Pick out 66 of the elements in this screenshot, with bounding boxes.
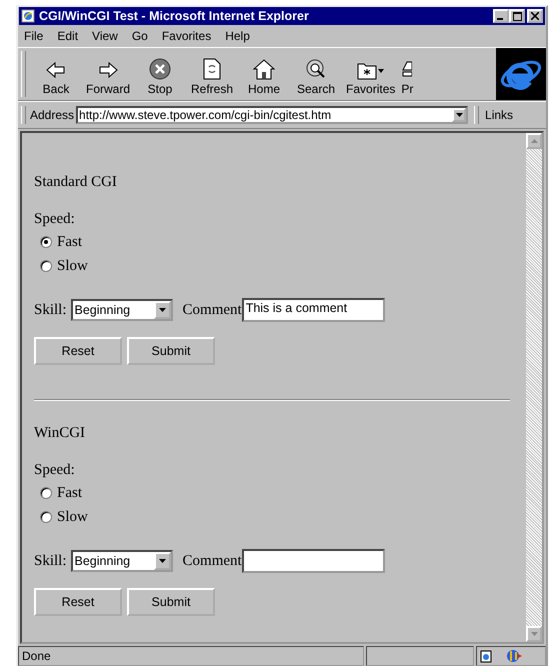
toolbar-button[interactable]: Favorites bbox=[342, 48, 400, 100]
page-icon bbox=[480, 650, 492, 662]
form-button[interactable]: Reset bbox=[34, 337, 122, 365]
scroll-up-button[interactable] bbox=[526, 133, 542, 149]
caret-icon bbox=[158, 308, 166, 312]
comment-label: Comment bbox=[182, 552, 242, 570]
links-button[interactable]: Links bbox=[483, 108, 516, 122]
refresh-icon bbox=[202, 58, 222, 80]
menu-item[interactable]: Favorites bbox=[162, 29, 212, 43]
comment-field[interactable] bbox=[242, 549, 385, 573]
caret-icon bbox=[456, 113, 463, 117]
minimize-button[interactable] bbox=[493, 9, 509, 23]
skill-dropdown[interactable]: Beginning bbox=[70, 550, 173, 572]
form-button[interactable]: Submit bbox=[127, 337, 215, 365]
toolbar-button[interactable]: Forward bbox=[82, 48, 134, 100]
scrollbar[interactable] bbox=[526, 133, 542, 642]
radio-label: Slow bbox=[57, 508, 88, 526]
close-button[interactable] bbox=[527, 9, 543, 23]
toolbar-button[interactable]: Refresh bbox=[186, 48, 238, 100]
up-arrow-icon bbox=[530, 139, 538, 143]
radio-button[interactable] bbox=[40, 236, 52, 248]
radio-button[interactable] bbox=[40, 260, 52, 272]
form-heading: WinCGI bbox=[34, 425, 86, 442]
status-text: Done bbox=[18, 646, 364, 666]
close-icon bbox=[531, 12, 539, 20]
down-arrow-icon bbox=[530, 632, 538, 636]
stop-icon bbox=[149, 58, 172, 80]
address-label: Address bbox=[30, 108, 74, 122]
window-title: CGI/WinCGI Test - Microsoft Internet Explorer bbox=[39, 9, 310, 23]
menu-item[interactable]: Help bbox=[225, 29, 250, 43]
toolbar-button[interactable]: Stop bbox=[134, 48, 186, 100]
form-button[interactable]: Submit bbox=[127, 588, 215, 616]
scroll-down-button[interactable] bbox=[526, 626, 542, 642]
toolbar-button[interactable]: Search bbox=[290, 48, 342, 100]
toolbar-button[interactable]: Back bbox=[30, 48, 82, 100]
skill-label: Skill: bbox=[34, 552, 67, 570]
caret-icon bbox=[158, 559, 166, 563]
menu-item[interactable]: View bbox=[92, 29, 118, 43]
skill-label: Skill: bbox=[34, 302, 67, 318]
radio-button[interactable] bbox=[40, 487, 52, 499]
comment-label: Comment bbox=[182, 302, 242, 318]
menu-item[interactable]: Go bbox=[132, 29, 148, 43]
speed-label: Speed: bbox=[34, 462, 76, 479]
home-icon bbox=[253, 58, 276, 80]
toolbar-button[interactable]: Home bbox=[238, 48, 290, 100]
maximize-icon bbox=[512, 12, 522, 20]
skill-dropdown[interactable]: Beginning bbox=[70, 299, 173, 321]
right-arrow-icon bbox=[97, 60, 119, 80]
search-icon bbox=[305, 58, 328, 80]
menu-item[interactable]: File bbox=[24, 29, 44, 43]
page-icon bbox=[21, 9, 35, 23]
speed-label: Speed: bbox=[34, 211, 76, 228]
radio-label: Fast bbox=[57, 234, 82, 250]
form-button[interactable]: Reset bbox=[34, 588, 122, 616]
form-heading: Standard CGI bbox=[34, 174, 118, 191]
toolbar-button[interactable]: Pr bbox=[399, 48, 416, 100]
address-field[interactable]: http://www.steve.tpower.com/cgi-bin/cgitest.htm bbox=[76, 106, 468, 124]
dropdown-button[interactable] bbox=[452, 108, 466, 122]
comment-field[interactable]: This is a comment bbox=[242, 298, 385, 322]
left-arrow-icon bbox=[45, 60, 67, 80]
radio-button[interactable] bbox=[40, 511, 52, 523]
globe-icon bbox=[506, 649, 524, 663]
radio-label: Fast bbox=[57, 484, 82, 502]
radio-label: Slow bbox=[57, 258, 88, 274]
maximize-button[interactable] bbox=[509, 9, 525, 23]
menu-item[interactable]: Edit bbox=[57, 29, 78, 43]
